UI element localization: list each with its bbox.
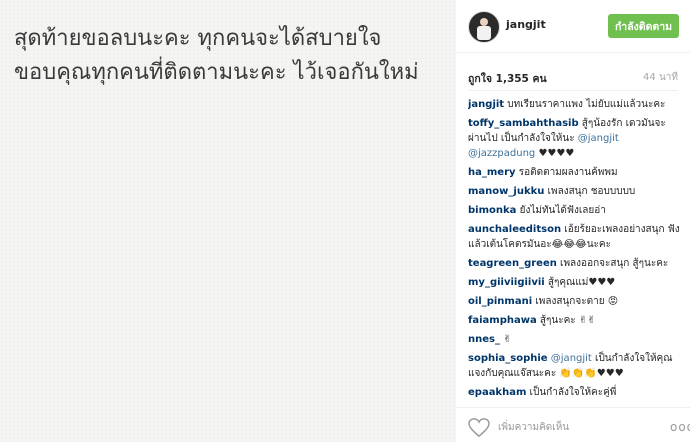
avatar[interactable] bbox=[468, 11, 500, 43]
post-footer: เพิ่มความคิดเห็น ooo bbox=[456, 407, 690, 443]
comment-text: เพลงสนุก ชอบบบบบ bbox=[544, 186, 636, 197]
comment-username[interactable]: oil_pinmani bbox=[468, 296, 532, 307]
post-meta: ถูกใจ 1,355 คน 44 นาที bbox=[468, 62, 678, 91]
comment-username[interactable]: bimonka bbox=[468, 205, 516, 216]
add-comment-input[interactable]: เพิ่มความคิดเห็น bbox=[498, 420, 569, 435]
post-header: jangjit กำลังติดตาม bbox=[456, 0, 690, 53]
comment-text: เพลงออกจะสนุก สู้ๆนะคะ bbox=[556, 258, 669, 269]
comment-username[interactable]: epaakham bbox=[468, 387, 526, 397]
comment-item: ha_mery รอติดตามผลงานค้พพม bbox=[468, 165, 680, 180]
comment-item: sophia_sophie @jangjit เป็นกำลังใจให้คุณ… bbox=[468, 351, 680, 381]
comment-text: ยังไม่ทันได้ฟังเลยอ่า bbox=[516, 205, 606, 216]
comment-username[interactable]: ha_mery bbox=[468, 167, 516, 178]
post-timestamp[interactable]: 44 นาที bbox=[643, 70, 678, 85]
post-sidebar: jangjit กำลังติดตาม ถูกใจ 1,355 คน 44 นา… bbox=[456, 0, 690, 442]
comment-tail: ♥♥♥♥ bbox=[535, 148, 575, 159]
comment-item: my_giiviigiivii สู้ๆคุณแม่♥♥♥ bbox=[468, 275, 680, 290]
comment-text: เพลงสนุกจะตาย 😡 bbox=[532, 296, 619, 307]
comment-mention[interactable]: @jangjit bbox=[551, 353, 592, 364]
comment-text: รอติดตามผลงานค้พพม bbox=[515, 167, 618, 178]
comment-username[interactable]: manow_jukku bbox=[468, 186, 544, 197]
following-button[interactable]: กำลังติดตาม bbox=[608, 14, 679, 38]
likes-count[interactable]: ถูกใจ 1,355 คน bbox=[468, 70, 547, 87]
comment-text: สู้ๆคุณแม่♥♥♥ bbox=[544, 277, 616, 288]
comment-item: nnes_ ✌ bbox=[468, 332, 680, 347]
comment-item: epaakham เป็นกำลังใจให้คะคู่พี่ bbox=[468, 385, 680, 397]
comments-list[interactable]: jangjit บทเรียนราคาแพง ไม่ยับแม่แล้วนะคะ… bbox=[468, 97, 680, 397]
post-photo: สุดท้ายขอลบนะคะ ทุกคนจะได้สบายใจ ขอบคุณท… bbox=[0, 0, 456, 442]
comment-item: aunchaleeditson เอ้ยร้ยอะเพลงอย่างสนุก ฟ… bbox=[468, 222, 680, 252]
comment-username[interactable]: faiamphawa bbox=[468, 315, 537, 326]
comment-item: oil_pinmani เพลงสนุกจะตาย 😡 bbox=[468, 294, 680, 309]
comment-username[interactable]: sophia_sophie bbox=[468, 353, 548, 364]
comment-item: manow_jukku เพลงสนุก ชอบบบบบ bbox=[468, 184, 680, 199]
comment-item: toffy_sambahthasib สู้ๆน้องรัก เดวมันจะผ… bbox=[468, 116, 680, 161]
comment-username[interactable]: nnes_ bbox=[468, 334, 500, 345]
comment-item: teagreen_green เพลงออกจะสนุก สู้ๆนะคะ bbox=[468, 256, 680, 271]
instagram-post-modal: สุดท้ายขอลบนะคะ ทุกคนจะได้สบายใจ ขอบคุณท… bbox=[0, 0, 690, 442]
comment-username[interactable]: jangjit bbox=[468, 99, 504, 110]
comment-text: ✌ bbox=[499, 334, 512, 345]
photo-text-line-1: สุดท้ายขอลบนะคะ ทุกคนจะได้สบายใจ bbox=[14, 26, 382, 51]
comment-username[interactable]: my_giiviigiivii bbox=[468, 277, 545, 288]
more-options-icon[interactable]: ooo bbox=[670, 420, 690, 434]
comment-username[interactable]: teagreen_green bbox=[468, 258, 557, 269]
comment-text: เป็นกำลังใจให้คะคู่พี่ bbox=[526, 387, 617, 397]
photo-text-line-2: ขอบคุณทุกคนที่ติดตามนะคะ ไว้เจอกันใหม่ bbox=[14, 60, 419, 85]
comment-username[interactable]: toffy_sambahthasib bbox=[468, 118, 579, 129]
like-heart-icon[interactable] bbox=[468, 418, 490, 438]
comment-item: bimonka ยังไม่ทันได้ฟังเลยอ่า bbox=[468, 203, 680, 218]
comment-text: สู้ๆนะคะ ✌✌ bbox=[536, 315, 596, 326]
comment-text: บทเรียนราคาแพง ไม่ยับแม่แล้วนะคะ bbox=[504, 99, 666, 110]
comment-item: faiamphawa สู้ๆนะคะ ✌✌ bbox=[468, 313, 680, 328]
comment-username[interactable]: aunchaleeditson bbox=[468, 224, 561, 235]
comment-item: jangjit บทเรียนราคาแพง ไม่ยับแม่แล้วนะคะ bbox=[468, 97, 680, 112]
username-link[interactable]: jangjit bbox=[506, 18, 546, 31]
